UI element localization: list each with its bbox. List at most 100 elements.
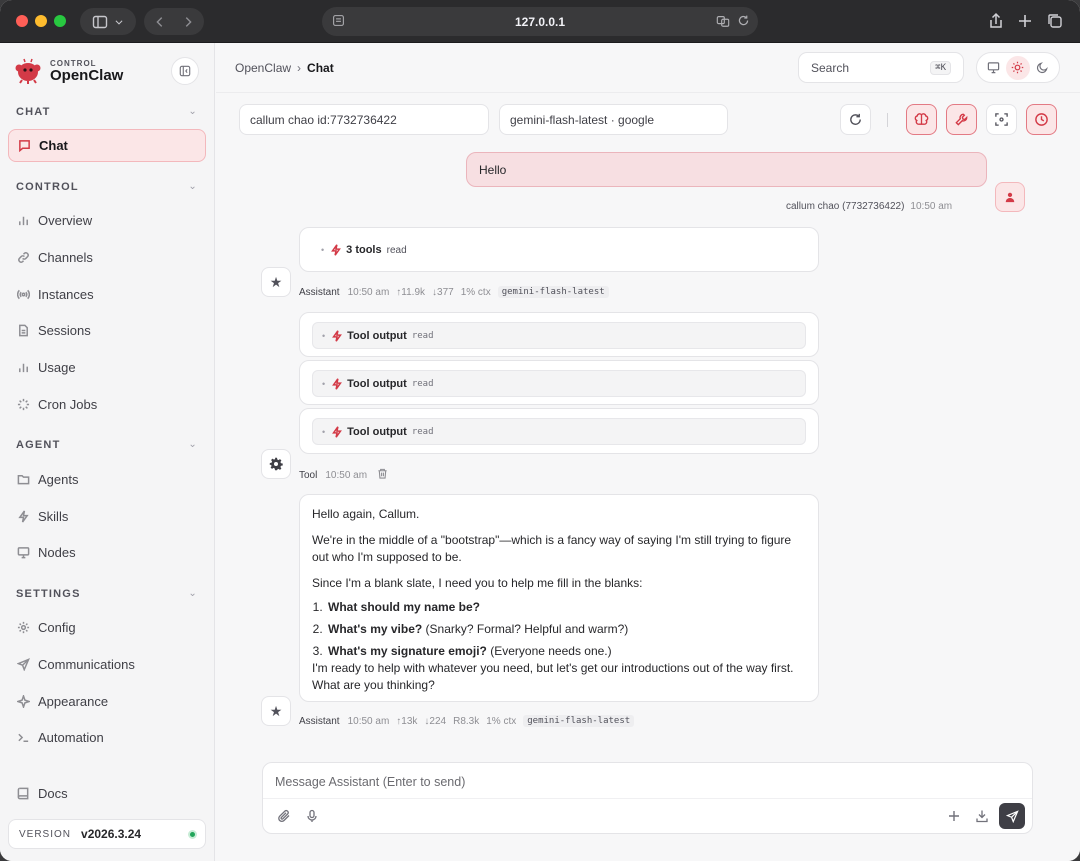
sun-icon	[1012, 61, 1024, 74]
sidebar-item-instances[interactable]: Instances	[8, 278, 206, 311]
loader-icon	[17, 398, 30, 411]
section-settings[interactable]: SETTINGS ⌄	[16, 588, 198, 600]
sidebar-item-docs[interactable]: Docs	[8, 777, 206, 810]
send-icon	[1005, 809, 1019, 823]
minimize-window-button[interactable]	[35, 15, 47, 27]
refresh-button[interactable]	[840, 104, 871, 135]
tool-avatar	[261, 449, 291, 479]
assistant-message-meta: Assistant 10:50 am ↑11.9k ↓377 1% ctx ge…	[299, 286, 616, 298]
thinking-toggle-button[interactable]	[906, 104, 937, 135]
theme-system-button[interactable]	[981, 56, 1005, 80]
brand[interactable]: CONTROL OpenClaw	[14, 57, 123, 85]
sidebar-item-overview[interactable]: Overview	[8, 204, 206, 237]
sidebar-item-label: Cron Jobs	[38, 397, 98, 412]
sidebar-item-label: Config	[38, 620, 76, 635]
question-detail: (Snarky? Formal? Helpful and warm?)	[422, 622, 629, 636]
tool-output-row[interactable]: • Tool output read	[312, 418, 806, 445]
page-settings-icon[interactable]	[332, 14, 345, 30]
send-icon	[17, 658, 30, 671]
sidebar-item-appearance[interactable]: Appearance	[8, 685, 206, 718]
collapse-sidebar-button[interactable]	[171, 57, 199, 85]
theme-dark-button[interactable]	[1031, 56, 1055, 80]
sidebar-item-nodes[interactable]: Nodes	[8, 536, 206, 569]
tools-count: 3 tools	[346, 244, 382, 256]
sidebar-item-agents[interactable]: Agents	[8, 463, 206, 496]
message-input[interactable]: Message Assistant (Enter to send)	[275, 775, 465, 789]
section-chat[interactable]: CHAT ⌄	[16, 106, 198, 118]
tools-summary[interactable]: • 3 tools read	[321, 244, 407, 256]
collapse-sidebar-icon	[179, 65, 191, 77]
chevron-down-icon: ⌄	[188, 106, 198, 117]
sidebar-item-communications[interactable]: Communications	[8, 648, 206, 681]
sidebar-item-label: Docs	[38, 786, 68, 801]
zoom-window-button[interactable]	[54, 15, 66, 27]
tab-overview-icon[interactable]	[1046, 12, 1064, 33]
reply-question-list: What should my name be? What's my vibe? …	[326, 599, 806, 660]
export-button[interactable]	[973, 807, 991, 825]
model-tag: gemini-flash-latest	[497, 286, 609, 298]
gear-icon	[17, 621, 30, 634]
tool-output-row[interactable]: • Tool output read	[312, 322, 806, 349]
model-selector-value: gemini-flash-latest · google	[510, 112, 655, 127]
reload-icon[interactable]	[737, 14, 750, 30]
back-icon[interactable]	[153, 14, 167, 30]
monitor-icon	[17, 547, 30, 559]
user-message-bubble: Hello	[466, 152, 987, 187]
assistant-avatar: ★	[261, 267, 291, 297]
section-agent[interactable]: AGENT ⌄	[16, 439, 198, 451]
bar-chart-icon	[19, 363, 28, 373]
model-selector[interactable]: gemini-flash-latest · google	[499, 104, 728, 135]
close-window-button[interactable]	[16, 15, 28, 27]
send-button[interactable]	[999, 803, 1025, 829]
tool-output-card: • Tool output read	[299, 408, 819, 454]
list-item: What's my signature emoji? (Everyone nee…	[326, 643, 806, 660]
sidebar-item-sessions[interactable]: Sessions	[8, 314, 206, 347]
sidebar-toggle-button[interactable]	[80, 8, 136, 35]
url-text: 127.0.0.1	[514, 14, 566, 29]
lightning-icon	[331, 244, 342, 256]
add-button[interactable]	[945, 807, 963, 825]
section-agent-label: AGENT	[16, 439, 61, 451]
breadcrumb-root[interactable]: OpenClaw	[235, 61, 291, 75]
delete-button[interactable]	[377, 468, 388, 482]
message-author: Assistant	[299, 286, 340, 298]
lightning-icon	[332, 425, 343, 438]
sidebar-item-skills[interactable]: Skills	[8, 500, 206, 533]
sidebar-item-automation[interactable]: Automation	[8, 721, 206, 754]
tokens-out: ↓377	[432, 286, 454, 298]
sidebar-icon	[92, 15, 108, 28]
link-icon	[18, 252, 29, 263]
sidebar-item-channels[interactable]: Channels	[8, 241, 206, 274]
address-bar[interactable]: 127.0.0.1	[322, 7, 758, 36]
search-button[interactable]: Search ⌘K	[798, 52, 964, 83]
message-time: 10:50 am	[347, 286, 390, 298]
user-sender: callum chao (7732736422)	[786, 201, 905, 212]
breadcrumb: OpenClaw › Chat	[235, 61, 334, 75]
book-icon	[17, 787, 29, 800]
tool-output-row[interactable]: • Tool output read	[312, 370, 806, 397]
sidebar-item-cron-jobs[interactable]: Cron Jobs	[8, 388, 206, 421]
tools-toggle-button[interactable]	[946, 104, 977, 135]
sidebar-item-usage[interactable]: Usage	[8, 351, 206, 384]
search-label: Search	[811, 60, 850, 75]
new-tab-icon[interactable]	[1016, 12, 1034, 33]
question-text: What's my vibe?	[328, 622, 423, 636]
session-selector[interactable]: callum chao id:7732736422	[239, 104, 489, 135]
sidebar-item-config[interactable]: Config	[8, 611, 206, 644]
history-toggle-button[interactable]	[1026, 104, 1057, 135]
browser-titlebar: 127.0.0.1	[0, 0, 1080, 43]
focus-mode-button[interactable]	[986, 104, 1017, 135]
sidebar-item-chat[interactable]: Chat	[8, 129, 206, 162]
section-control[interactable]: CONTROL ⌄	[16, 181, 198, 193]
translate-icon[interactable]	[716, 14, 730, 31]
bullet: •	[321, 245, 325, 255]
reply-paragraph: I'm ready to help with whatever you need…	[312, 661, 794, 692]
attach-button[interactable]	[275, 807, 293, 825]
voice-input-button[interactable]	[303, 807, 321, 825]
paperclip-icon	[278, 809, 290, 823]
bar-chart-icon	[19, 216, 28, 226]
share-icon[interactable]	[987, 12, 1005, 33]
forward-icon[interactable]	[181, 14, 195, 30]
theme-light-button[interactable]	[1005, 55, 1030, 80]
sidebar-item-label: Agents	[38, 472, 79, 487]
